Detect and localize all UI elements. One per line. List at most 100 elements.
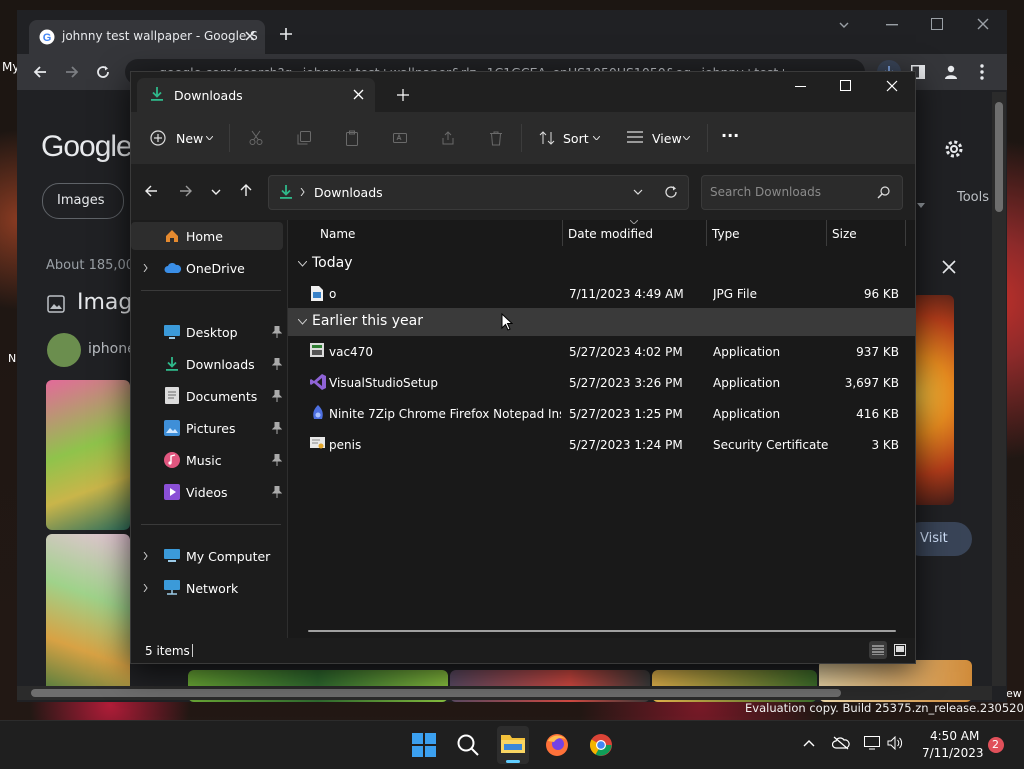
- settings-gear-icon[interactable]: [943, 138, 965, 160]
- column-header-size[interactable]: Size: [832, 227, 857, 241]
- share-icon[interactable]: [440, 130, 456, 146]
- vertical-scrollbar[interactable]: [992, 92, 1006, 686]
- file-name: vac470: [329, 345, 373, 359]
- search-input[interactable]: Search Downloads: [701, 175, 903, 210]
- address-bar[interactable]: Downloads: [268, 175, 689, 210]
- pin-icon: [272, 422, 282, 434]
- new-tab-plus-icon[interactable]: [397, 89, 409, 101]
- scrollbar-thumb[interactable]: [995, 102, 1003, 212]
- column-divider[interactable]: [706, 220, 707, 246]
- file-date: 5/27/2023 1:25 PM: [569, 407, 683, 421]
- sidebar-item-desktop[interactable]: Desktop: [131, 318, 287, 346]
- start-windows-icon[interactable]: [412, 733, 436, 757]
- sort-button[interactable]: Sort: [537, 126, 603, 150]
- close-preview-icon[interactable]: [942, 260, 956, 274]
- notification-badge[interactable]: 2: [988, 737, 1004, 753]
- maximize-icon[interactable]: [840, 80, 851, 91]
- column-divider[interactable]: [562, 220, 563, 246]
- file-row[interactable]: o 7/11/2023 4:49 AM JPG File 96 KB: [288, 280, 915, 308]
- chrome-maximize-icon[interactable]: [931, 18, 943, 30]
- copy-icon[interactable]: [296, 130, 312, 146]
- chrome-icon[interactable]: [589, 733, 613, 757]
- recent-locations-chevron-icon[interactable]: [211, 189, 221, 195]
- scrollbar-thumb[interactable]: [31, 689, 841, 697]
- large-icons-view-icon[interactable]: [891, 641, 909, 659]
- clock-time[interactable]: 4:50 AM: [930, 729, 979, 743]
- file-explorer-taskbar-icon[interactable]: [497, 726, 529, 764]
- results-count: About 185,00: [46, 258, 135, 273]
- sidebar-item-videos[interactable]: Videos: [131, 478, 287, 506]
- preview-image[interactable]: [912, 295, 954, 505]
- cut-icon[interactable]: [248, 130, 264, 146]
- clock-date[interactable]: 7/11/2023: [922, 746, 984, 760]
- forward-arrow-icon[interactable]: [64, 64, 80, 80]
- sidebar-item-documents[interactable]: Documents: [131, 382, 287, 410]
- column-divider[interactable]: [905, 220, 906, 246]
- tab-search-chevron-icon[interactable]: [838, 19, 850, 31]
- google-logo[interactable]: Google: [41, 130, 133, 164]
- back-arrow-icon[interactable]: [32, 64, 48, 80]
- sidebar-item-pictures[interactable]: Pictures: [131, 414, 287, 442]
- image-result-thumb[interactable]: [46, 380, 130, 530]
- back-arrow-icon[interactable]: [144, 184, 158, 198]
- mouse-cursor-icon: [501, 313, 513, 331]
- sidebar-item-downloads[interactable]: Downloads: [131, 350, 287, 378]
- file-date: 7/11/2023 4:49 AM: [569, 287, 684, 301]
- reload-icon[interactable]: [95, 64, 111, 80]
- view-button[interactable]: View: [625, 126, 695, 150]
- sidebar-item-my-computer[interactable]: My Computer: [131, 542, 287, 570]
- rename-icon[interactable]: [392, 130, 408, 146]
- column-header-date[interactable]: Date modified: [568, 227, 653, 241]
- horizontal-scrollbar[interactable]: [308, 630, 896, 632]
- sidebar-item-home[interactable]: Home: [131, 222, 283, 250]
- tools-button[interactable]: Tools: [957, 190, 989, 205]
- file-row[interactable]: penis 5/27/2023 1:24 PM Security Certifi…: [288, 431, 915, 459]
- details-view-icon[interactable]: [869, 641, 887, 659]
- chrome-close-icon[interactable]: [977, 18, 989, 30]
- paste-icon[interactable]: [344, 130, 360, 146]
- show-hidden-icons-chevron-icon[interactable]: [803, 739, 815, 747]
- volume-icon[interactable]: [887, 736, 903, 750]
- new-tab-plus-icon[interactable]: [279, 27, 293, 41]
- chrome-tab[interactable]: G johnny test wallpaper - Google S: [29, 20, 265, 54]
- column-divider[interactable]: [826, 220, 827, 246]
- explorer-tab-title: Downloads: [174, 88, 243, 103]
- horizontal-scrollbar[interactable]: [17, 686, 992, 700]
- explorer-tab[interactable]: Downloads: [137, 78, 375, 112]
- up-arrow-icon[interactable]: [239, 183, 253, 197]
- firefox-icon[interactable]: [545, 733, 569, 757]
- column-header-name[interactable]: Name: [320, 227, 355, 241]
- search-icon[interactable]: [457, 734, 479, 756]
- file-type: JPG File: [713, 287, 757, 301]
- delete-trash-icon[interactable]: [488, 130, 504, 146]
- chrome-minimize-icon[interactable]: [886, 24, 898, 26]
- images-filter-chip[interactable]: Images: [42, 183, 124, 219]
- new-button[interactable]: New: [145, 126, 217, 150]
- group-header-today[interactable]: Today: [288, 250, 915, 278]
- profile-icon[interactable]: [943, 64, 959, 80]
- sidebar-item-onedrive[interactable]: OneDrive: [131, 254, 287, 282]
- close-tab-icon[interactable]: [353, 89, 364, 100]
- dropdown-caret-icon[interactable]: [917, 203, 925, 208]
- related-chip-label[interactable]: iphone: [88, 341, 136, 357]
- svg-text:G: G: [43, 32, 52, 44]
- close-tab-icon[interactable]: [243, 29, 257, 43]
- sidebar-item-network[interactable]: Network: [131, 574, 287, 602]
- breadcrumb-downloads[interactable]: Downloads: [314, 185, 383, 200]
- forward-arrow-icon[interactable]: [179, 184, 193, 198]
- group-header-earlier-this-year[interactable]: Earlier this year: [288, 308, 915, 336]
- file-row[interactable]: Ninite 7Zip Chrome Firefox Notepad Inst.…: [288, 400, 915, 428]
- minimize-icon[interactable]: [795, 86, 806, 88]
- file-row[interactable]: VisualStudioSetup 5/27/2023 3:26 PM Appl…: [288, 369, 915, 397]
- chevron-down-icon: [683, 136, 690, 140]
- column-header-type[interactable]: Type: [712, 227, 740, 241]
- file-row[interactable]: vac470 5/27/2023 4:02 PM Application 937…: [288, 338, 915, 366]
- network-status-icon[interactable]: [864, 736, 880, 750]
- see-more-button[interactable]: ···: [721, 126, 739, 145]
- avatar[interactable]: [47, 333, 81, 367]
- cloud-offline-icon[interactable]: [832, 736, 850, 750]
- close-window-icon[interactable]: [886, 80, 898, 92]
- image-result-thumb[interactable]: [46, 534, 130, 694]
- chrome-menu-kebab-icon[interactable]: [979, 64, 985, 80]
- sidebar-item-music[interactable]: Music: [131, 446, 287, 474]
